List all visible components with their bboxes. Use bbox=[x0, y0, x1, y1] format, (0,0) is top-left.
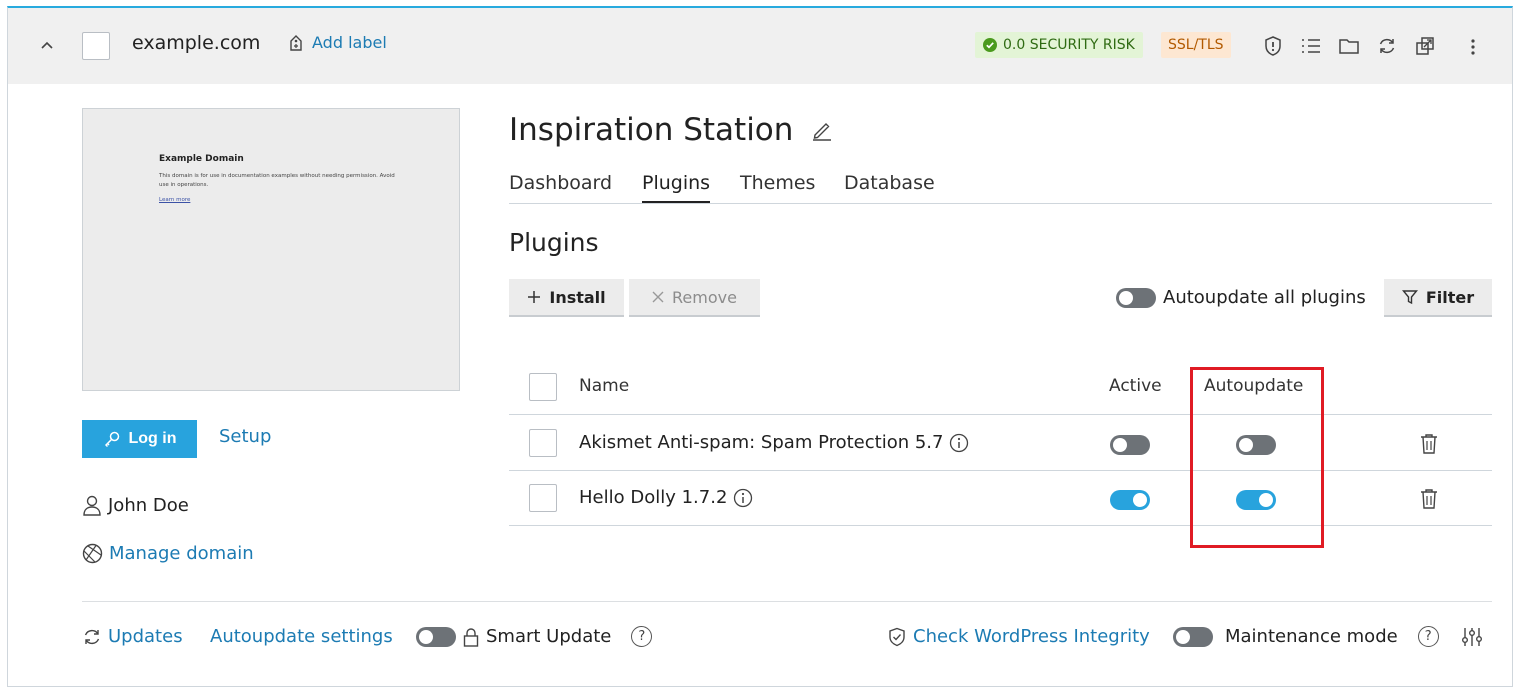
select-all-checkbox[interactable] bbox=[529, 373, 557, 401]
preview-link: Learn more bbox=[159, 197, 191, 203]
plugin-name-text: Akismet Anti-spam: Spam Protection 5.7 bbox=[579, 432, 944, 453]
maintenance-mode-toggle[interactable] bbox=[1173, 626, 1213, 647]
help-icon[interactable]: ? bbox=[631, 626, 653, 647]
row-checkbox[interactable] bbox=[529, 429, 557, 457]
folder-icon[interactable] bbox=[1338, 35, 1360, 57]
check-integrity-label: Check WordPress Integrity bbox=[913, 626, 1150, 647]
info-icon[interactable] bbox=[949, 433, 969, 453]
domain-name[interactable]: example.com bbox=[132, 32, 260, 54]
setup-link[interactable]: Setup bbox=[219, 426, 271, 447]
smart-update: Smart Update ? bbox=[416, 626, 653, 647]
card-header: example.com Add label 0.0 SECURITY RISK … bbox=[8, 8, 1512, 84]
check-circle-icon bbox=[983, 38, 997, 52]
autoupdate-all-toggle[interactable] bbox=[1116, 287, 1156, 308]
plus-icon bbox=[528, 291, 541, 303]
manage-domain-link[interactable]: Manage domain bbox=[82, 543, 254, 564]
tab-themes[interactable]: Themes bbox=[740, 172, 815, 203]
user-name: John Doe bbox=[108, 494, 189, 516]
row-divider bbox=[509, 470, 1492, 471]
row-divider bbox=[509, 525, 1492, 526]
smart-update-toggle[interactable] bbox=[416, 626, 456, 647]
updates-label: Updates bbox=[108, 626, 183, 647]
user-icon bbox=[83, 495, 101, 516]
remove-button[interactable]: Remove bbox=[629, 279, 760, 317]
info-icon[interactable] bbox=[733, 488, 753, 508]
footer-divider bbox=[82, 601, 1492, 602]
log-in-button[interactable]: Log in bbox=[82, 420, 197, 458]
security-risk-badge[interactable]: 0.0 SECURITY RISK bbox=[975, 32, 1143, 58]
ssl-badge[interactable]: SSL/TLS bbox=[1161, 32, 1231, 58]
updates-link[interactable]: Updates bbox=[82, 626, 183, 647]
tab-dashboard[interactable]: Dashboard bbox=[509, 172, 612, 203]
security-risk-text: 0.0 SECURITY RISK bbox=[1003, 37, 1135, 53]
filter-label: Filter bbox=[1425, 287, 1475, 307]
refresh-icon bbox=[84, 629, 100, 644]
plugin-name-text: Hello Dolly 1.7.2 bbox=[579, 487, 728, 508]
tab-plugins[interactable]: Plugins bbox=[642, 172, 711, 203]
close-icon bbox=[652, 291, 664, 303]
smart-update-label: Smart Update bbox=[486, 626, 612, 647]
autoupdate-settings-link[interactable]: Autoupdate settings bbox=[210, 626, 393, 647]
site-select-checkbox[interactable] bbox=[82, 32, 110, 60]
check-integrity-link[interactable]: Check WordPress Integrity bbox=[887, 626, 1150, 647]
help-icon[interactable]: ? bbox=[1417, 626, 1439, 647]
plugin-name: Akismet Anti-spam: Spam Protection 5.7 bbox=[579, 432, 969, 453]
site-title: Inspiration Station bbox=[509, 112, 833, 148]
shield-check-icon bbox=[889, 627, 905, 646]
list-icon[interactable] bbox=[1300, 35, 1322, 57]
autoupdate-column-highlight bbox=[1190, 367, 1324, 548]
kebab-menu-icon[interactable] bbox=[1463, 36, 1483, 58]
refresh-icon[interactable] bbox=[1376, 35, 1398, 57]
section-title: Plugins bbox=[509, 228, 599, 257]
add-label-text: Add label bbox=[312, 33, 387, 52]
plugin-name: Hello Dolly 1.7.2 bbox=[579, 487, 753, 508]
filter-funnel-icon bbox=[1401, 290, 1418, 305]
site-screenshot-preview[interactable]: Example Domain This domain is for use in… bbox=[82, 108, 460, 391]
maintenance-mode: Maintenance mode ? bbox=[1173, 626, 1439, 647]
external-link-icon[interactable] bbox=[1414, 35, 1436, 57]
column-header-active: Active bbox=[1109, 376, 1162, 396]
preview-title: Example Domain bbox=[159, 154, 244, 164]
column-header-name[interactable]: Name bbox=[579, 376, 629, 396]
row-checkbox[interactable] bbox=[529, 484, 557, 512]
log-in-label: Log in bbox=[128, 430, 177, 447]
filter-button[interactable]: Filter bbox=[1384, 279, 1492, 317]
manage-domain-label: Manage domain bbox=[109, 543, 254, 564]
active-toggle[interactable] bbox=[1110, 490, 1150, 510]
pencil-edit-icon[interactable] bbox=[811, 119, 833, 141]
shield-icon[interactable] bbox=[1262, 35, 1284, 57]
header-divider bbox=[509, 414, 1492, 415]
trash-icon[interactable] bbox=[1419, 488, 1439, 510]
maintenance-mode-label: Maintenance mode bbox=[1225, 626, 1398, 647]
install-button[interactable]: Install bbox=[509, 279, 624, 317]
remove-label: Remove bbox=[672, 287, 737, 307]
add-label-link[interactable]: Add label bbox=[288, 33, 387, 52]
active-toggle[interactable] bbox=[1110, 435, 1150, 455]
key-icon bbox=[104, 431, 119, 448]
chevron-up-icon[interactable] bbox=[37, 36, 57, 56]
site-title-text: Inspiration Station bbox=[509, 112, 794, 148]
site-owner: John Doe bbox=[82, 494, 189, 516]
sliders-settings-icon[interactable] bbox=[1461, 626, 1483, 648]
install-label: Install bbox=[549, 287, 606, 307]
site-card: example.com Add label 0.0 SECURITY RISK … bbox=[7, 6, 1513, 687]
preview-text: This domain is for use in documentation … bbox=[159, 173, 395, 188]
autoupdate-all-plugins[interactable]: Autoupdate all plugins bbox=[1116, 287, 1366, 308]
lock-icon bbox=[463, 627, 479, 647]
autoupdate-all-label: Autoupdate all plugins bbox=[1163, 287, 1366, 308]
globe-icon bbox=[82, 543, 103, 564]
tab-bar: Dashboard Plugins Themes Database bbox=[509, 168, 1492, 204]
tab-database[interactable]: Database bbox=[844, 172, 935, 203]
tag-icon bbox=[290, 34, 302, 51]
trash-icon[interactable] bbox=[1419, 433, 1439, 455]
